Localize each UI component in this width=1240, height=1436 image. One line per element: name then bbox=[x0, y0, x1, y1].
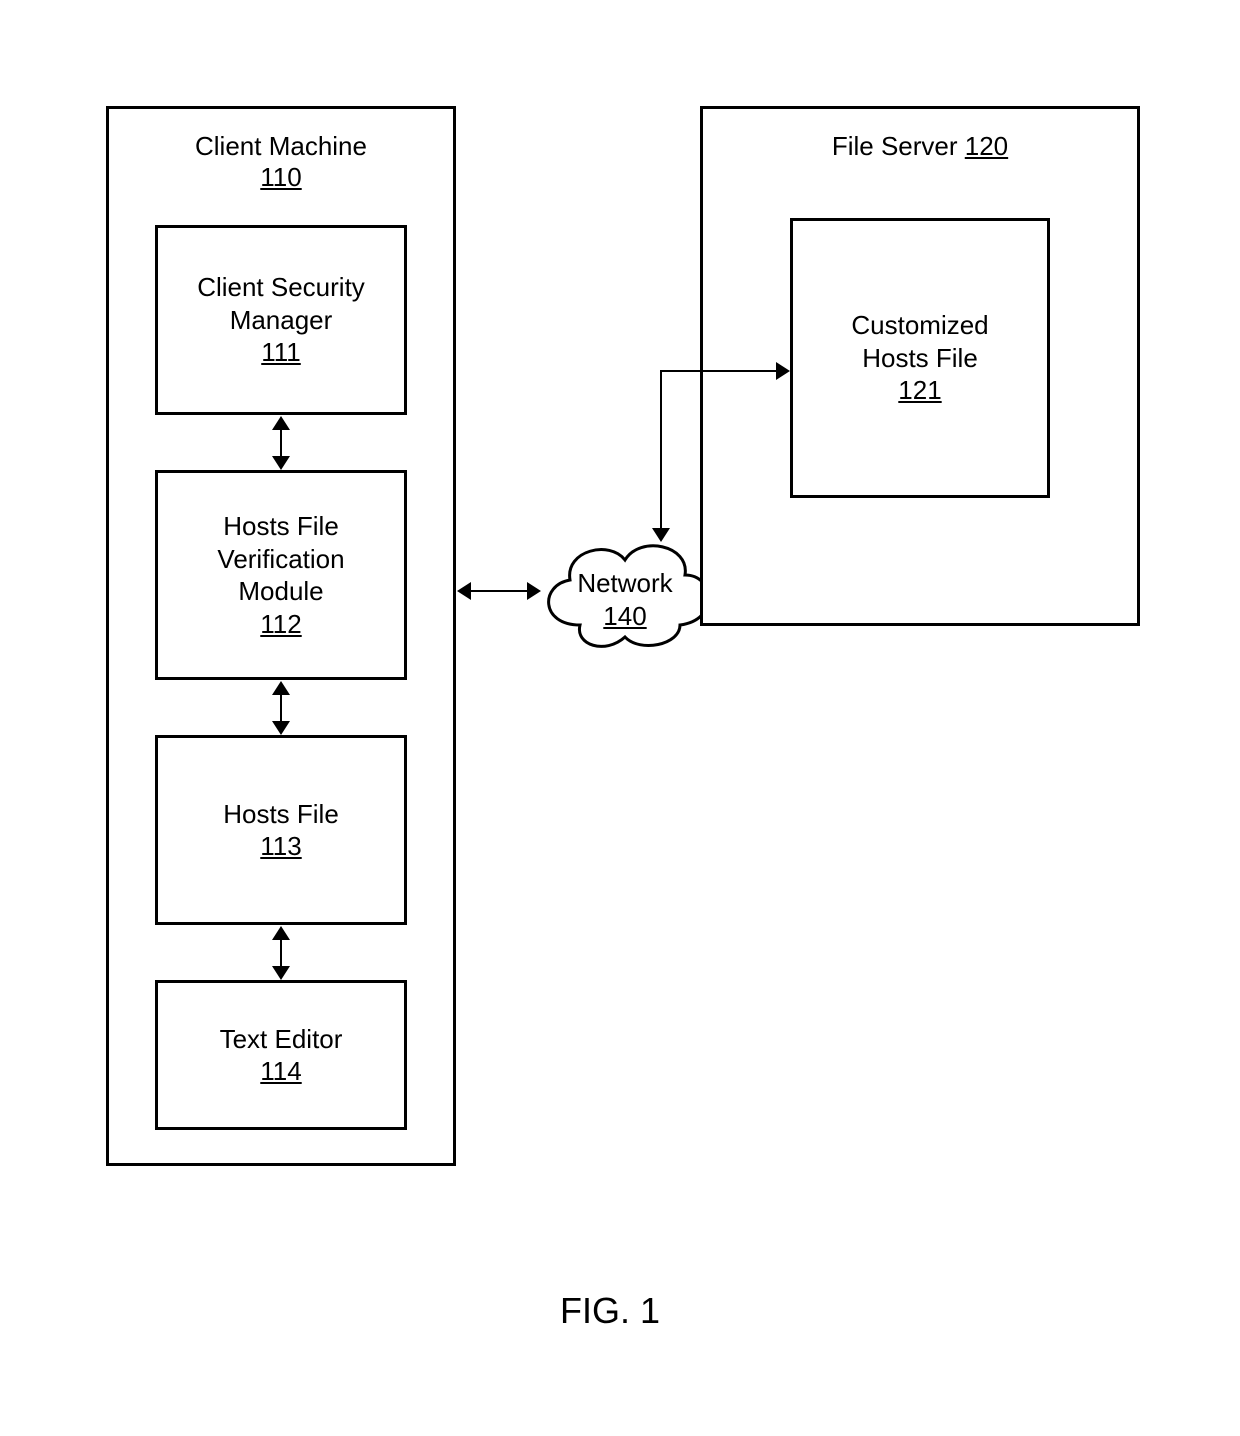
client-security-manager-ref: 111 bbox=[261, 337, 301, 367]
arrow-hfv-hf-head-down bbox=[272, 721, 290, 735]
arrow-csm-hfv-head-up bbox=[272, 416, 290, 430]
network-label: Network 140 bbox=[530, 567, 720, 632]
arrow-hf-te-head-down bbox=[272, 966, 290, 980]
text-editor-box: Text Editor 114 bbox=[155, 980, 407, 1130]
customized-hosts-file-ref: 121 bbox=[898, 375, 941, 405]
network-cloud: Network 140 bbox=[530, 525, 720, 660]
client-security-manager-box: Client Security Manager 111 bbox=[155, 225, 407, 415]
text-editor-title: Text Editor bbox=[220, 1024, 343, 1054]
hosts-file-ref: 113 bbox=[260, 831, 301, 861]
chf-line2: Hosts File bbox=[862, 343, 978, 373]
hosts-file-verification-ref: 112 bbox=[260, 609, 301, 639]
csm-line1: Client Security bbox=[197, 272, 365, 302]
arrow-csm-hfv bbox=[280, 426, 282, 459]
arrow-net-chf-vert bbox=[660, 372, 662, 530]
hosts-file-box: Hosts File 113 bbox=[155, 735, 407, 925]
arrow-client-network-right bbox=[527, 582, 541, 600]
text-editor-label: Text Editor 114 bbox=[220, 1023, 343, 1088]
network-ref: 140 bbox=[603, 601, 646, 631]
arrow-hf-te bbox=[280, 936, 282, 969]
file-server-ref: 120 bbox=[965, 131, 1008, 161]
customized-hosts-file-box: Customized Hosts File 121 bbox=[790, 218, 1050, 498]
client-machine-ref: 110 bbox=[260, 162, 301, 192]
arrow-net-chf-horz bbox=[660, 370, 778, 372]
hosts-file-label: Hosts File 113 bbox=[223, 798, 339, 863]
client-machine-title: Client Machine bbox=[195, 131, 367, 161]
hosts-file-title: Hosts File bbox=[223, 799, 339, 829]
hfv-line2: Verification bbox=[217, 544, 344, 574]
arrow-client-network bbox=[470, 590, 528, 592]
arrow-hf-te-head-up bbox=[272, 926, 290, 940]
client-machine-label: Client Machine 110 bbox=[109, 131, 453, 193]
arrow-hfv-hf-head-up bbox=[272, 681, 290, 695]
customized-hosts-file-label: Customized Hosts File 121 bbox=[851, 309, 988, 407]
arrow-hfv-hf bbox=[280, 691, 282, 724]
file-server-label: File Server 120 bbox=[703, 131, 1137, 162]
file-server-title: File Server bbox=[832, 131, 958, 161]
arrow-net-chf-down bbox=[652, 528, 670, 542]
client-security-manager-label: Client Security Manager 111 bbox=[197, 271, 365, 369]
hosts-file-verification-box: Hosts File Verification Module 112 bbox=[155, 470, 407, 680]
chf-line1: Customized bbox=[851, 310, 988, 340]
network-title: Network bbox=[577, 568, 672, 598]
text-editor-ref: 114 bbox=[260, 1056, 301, 1086]
hfv-line1: Hosts File bbox=[223, 511, 339, 541]
arrow-net-chf-right bbox=[776, 362, 790, 380]
arrow-csm-hfv-head-down bbox=[272, 456, 290, 470]
hfv-line3: Module bbox=[238, 576, 323, 606]
arrow-client-network-left bbox=[457, 582, 471, 600]
figure-label: FIG. 1 bbox=[560, 1290, 660, 1332]
diagram-canvas: Client Machine 110 Client Security Manag… bbox=[0, 0, 1240, 1436]
hosts-file-verification-label: Hosts File Verification Module 112 bbox=[217, 510, 344, 640]
csm-line2: Manager bbox=[230, 305, 333, 335]
